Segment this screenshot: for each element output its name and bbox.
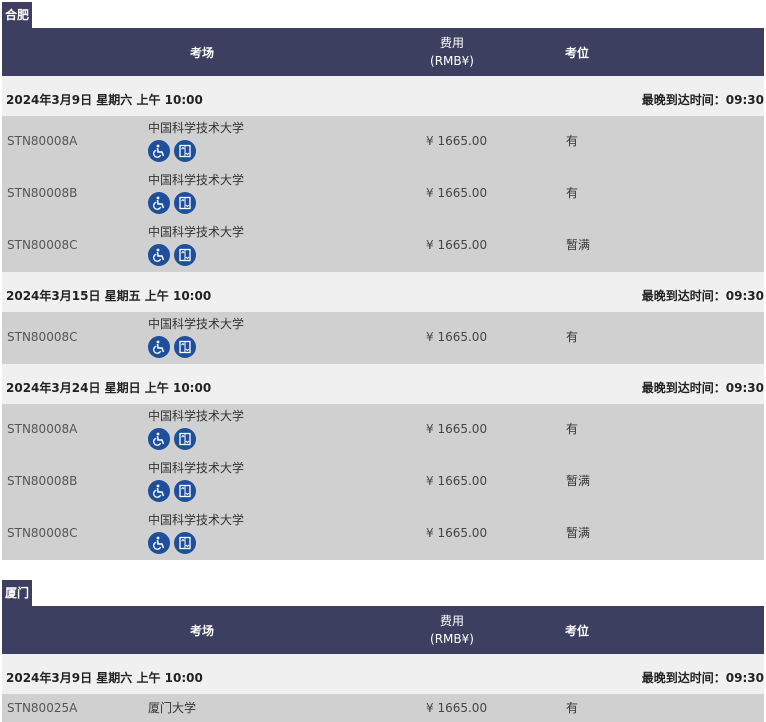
fee-header-label: 费用 [439, 614, 464, 628]
fee-header: 费用 (RMB¥) [402, 28, 502, 76]
table-row[interactable]: STN80008C 中国科学技术大学 ¥ 1665.00 暂满 [2, 508, 764, 560]
seat-status: 有 [566, 186, 579, 200]
fee-value: ¥ 1665.00 [426, 238, 488, 252]
test-center-code: STN80008A [7, 422, 78, 436]
wheelchair-icon [148, 428, 170, 450]
table-row[interactable]: STN80008A 中国科学技术大学 ¥ 1665.00 有 [2, 404, 764, 456]
venue-name: 中国科学技术大学 [148, 173, 245, 187]
table-row[interactable]: STN80008C 中国科学技术大学 ¥ 1665.00 暂满 [2, 220, 764, 272]
seat-status: 暂满 [566, 474, 591, 488]
venue-name: 厦门大学 [148, 701, 197, 715]
table-row[interactable]: STN80008A 中国科学技术大学 ¥ 1665.00 有 [2, 116, 764, 168]
seat-status: 有 [566, 701, 579, 715]
table-row[interactable]: STN80008B 中国科学技术大学 ¥ 1665.00 有 [2, 168, 764, 220]
elevator-icon [174, 244, 196, 266]
fee-value: ¥ 1665.00 [426, 330, 488, 344]
wheelchair-icon [148, 480, 170, 502]
fee-header-unit: (RMB¥) [430, 54, 474, 68]
seat-status: 暂满 [566, 238, 591, 252]
day-row: 2024年3月24日 星期日 上午 10:00 最晚到达时间：09:30 [2, 364, 764, 404]
venue-name: 中国科学技术大学 [148, 513, 245, 527]
elevator-icon [174, 336, 196, 358]
wheelchair-icon [148, 336, 170, 358]
table-row[interactable]: STN80008B 中国科学技术大学 ¥ 1665.00 暂满 [2, 456, 764, 508]
day-row: 2024年3月15日 星期五 上午 10:00 最晚到达时间：09:30 [2, 272, 764, 312]
wheelchair-icon [148, 532, 170, 554]
table-row[interactable]: STN80008C 中国科学技术大学 ¥ 1665.00 有 [2, 312, 764, 364]
seat-status: 有 [566, 330, 579, 344]
venue-name: 中国科学技术大学 [148, 409, 245, 423]
city-tab-xiamen[interactable]: 厦门 [2, 580, 33, 606]
wheelchair-icon [148, 192, 170, 214]
elevator-icon [174, 480, 196, 502]
wheelchair-icon [148, 140, 170, 162]
seat-status: 有 [566, 422, 579, 436]
fee-value: ¥ 1665.00 [426, 701, 488, 715]
test-center-code: STN80025A [7, 701, 78, 715]
fee-header-unit: (RMB¥) [430, 632, 474, 646]
test-center-code: STN80008B [7, 474, 78, 488]
venue-name: 中国科学技术大学 [148, 461, 245, 475]
elevator-icon [174, 140, 196, 162]
test-center-code: STN80008C [7, 238, 78, 252]
test-center-code: STN80008C [7, 526, 78, 540]
test-center-code: STN80008A [7, 134, 78, 148]
elevator-icon [174, 192, 196, 214]
venue-header: 考场 [189, 45, 214, 60]
elevator-icon [174, 532, 196, 554]
venue-name: 中国科学技术大学 [148, 317, 245, 331]
fee-value: ¥ 1665.00 [426, 134, 488, 148]
fee-value: ¥ 1665.00 [426, 186, 488, 200]
venue-name: 中国科学技术大学 [148, 225, 245, 239]
seat-status: 有 [566, 134, 579, 148]
day-row: 2024年3月9日 星期六 上午 10:00 最晚到达时间：09:30 [2, 654, 764, 694]
day-row: 2024年3月9日 星期六 上午 10:00 最晚到达时间：09:30 [2, 76, 764, 116]
fee-header: 费用 (RMB¥) [402, 606, 502, 654]
fee-value: ¥ 1665.00 [426, 422, 488, 436]
city-tab-hefei[interactable]: 合肥 [2, 2, 33, 28]
seat-header: 考位 [564, 45, 589, 60]
venue-name: 中国科学技术大学 [148, 121, 245, 135]
table-row[interactable]: STN80025A 厦门大学 ¥ 1665.00 有 [2, 694, 764, 722]
fee-header-label: 费用 [439, 36, 464, 50]
test-center-code: STN80008C [7, 330, 78, 344]
table-header: 考场 费用 (RMB¥) 考位 [2, 28, 764, 76]
fee-value: ¥ 1665.00 [426, 526, 488, 540]
venue-header: 考场 [189, 623, 214, 638]
seat-status: 暂满 [566, 526, 591, 540]
seat-header: 考位 [564, 623, 589, 638]
elevator-icon [174, 428, 196, 450]
table-header: 考场 费用 (RMB¥) 考位 [2, 606, 764, 654]
fee-value: ¥ 1665.00 [426, 474, 488, 488]
test-center-code: STN80008B [7, 186, 78, 200]
wheelchair-icon [148, 244, 170, 266]
